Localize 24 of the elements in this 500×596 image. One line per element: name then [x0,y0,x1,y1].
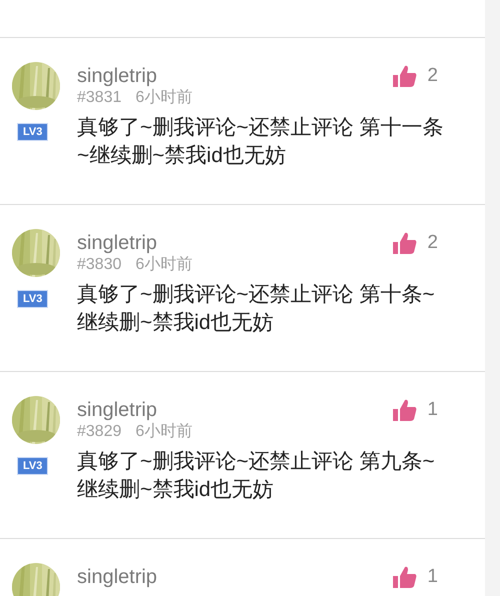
thumbs-up-icon[interactable] [392,398,418,422]
thumbs-up-icon[interactable] [392,565,418,589]
thumbs-up-icon[interactable] [392,64,418,88]
username: singletrip [77,398,158,422]
like-count: 2 [427,232,438,254]
comment-number: #3831 [77,88,122,108]
comment-text: 真够了~删我评论~还禁止评论 第十一条~继续删~禁我id也无妨 [77,115,444,169]
comment-number: #3829 [77,422,122,442]
timestamp: 6小时前 [136,255,192,275]
like-count: 1 [427,566,438,588]
like-count: 1 [427,399,438,421]
like-count: 2 [427,65,438,87]
comment-text: 真够了~删我评论~还禁止评论 第九条~继续删~禁我id也无妨 [77,449,436,503]
level-badge: LV3 [18,291,48,307]
level-badge: LV3 [18,458,48,474]
username: singletrip [77,565,158,589]
timestamp: 6小时前 [136,422,192,442]
level-badge: LV3 [18,124,48,140]
username: singletrip [77,64,158,88]
thumbs-up-icon[interactable] [392,231,418,255]
username: singletrip [77,231,158,255]
comment-text: 真够了~删我评论~还禁止评论 第十条~继续删~禁我id也无妨 [77,282,436,336]
timestamp: 6小时前 [136,88,192,108]
comment-number: #3830 [77,255,122,275]
